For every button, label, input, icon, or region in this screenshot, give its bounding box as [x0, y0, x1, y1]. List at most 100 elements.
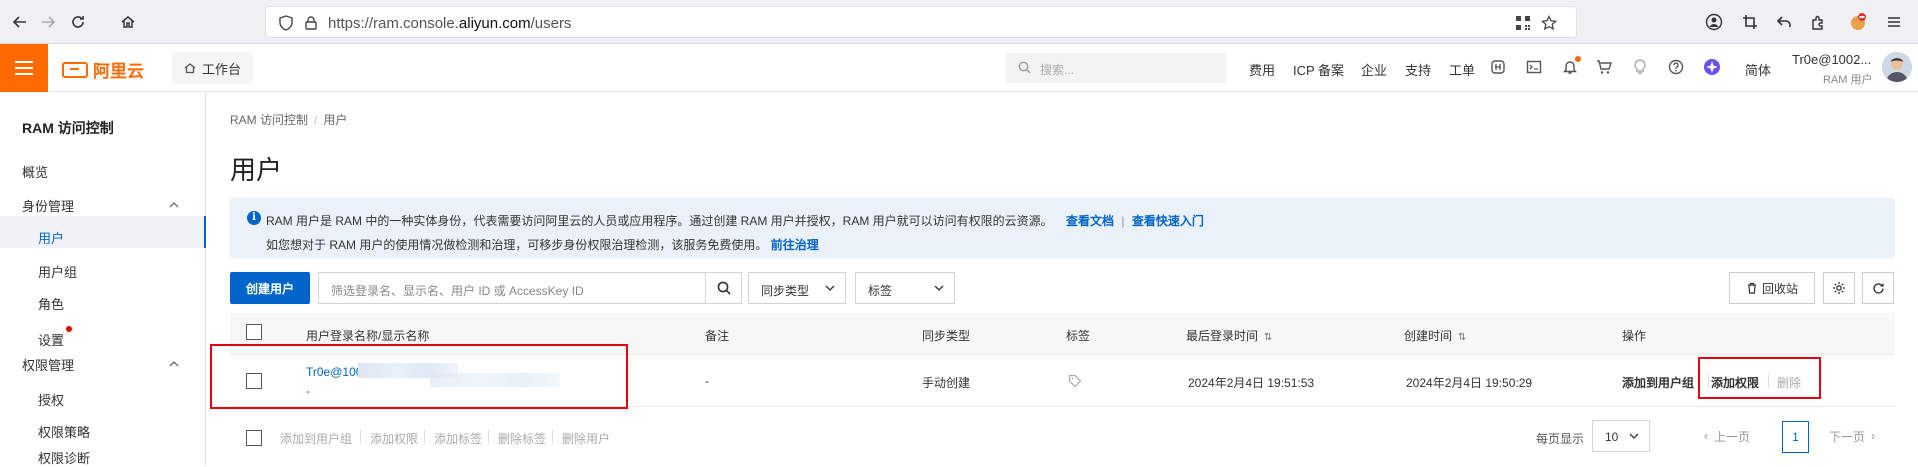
page-size-label: 每页显示 [1536, 432, 1585, 446]
sync-type-select[interactable]: 同步类型 [748, 272, 846, 304]
cloud-shell-icon[interactable] [1489, 58, 1507, 76]
create-user-button[interactable]: 创建用户 [230, 272, 310, 304]
notification-bell-icon[interactable] [1561, 56, 1581, 76]
aliyun-logo[interactable]: 阿里云 [62, 57, 144, 82]
highlight-box-user [210, 344, 628, 409]
sidebar-item-diagnosis[interactable]: 权限诊断 [38, 448, 90, 467]
bulk-separator [360, 430, 361, 443]
account-role: RAM 用户 [1823, 74, 1873, 86]
sidebar-item-user-groups[interactable]: 用户组 [38, 262, 77, 281]
help-icon[interactable] [1667, 58, 1685, 76]
column-header-sync: 同步类型 [922, 329, 971, 343]
tag-icon[interactable] [1068, 374, 1082, 388]
page-number-current[interactable]: 1 [1782, 421, 1809, 453]
language-switcher[interactable]: 简体 [1745, 60, 1771, 79]
undo-icon[interactable] [1774, 12, 1794, 32]
qr-code-icon[interactable] [1515, 15, 1531, 31]
extension-badge-icon[interactable] [1848, 12, 1868, 32]
chevron-up-icon[interactable] [168, 358, 180, 370]
table-settings-button[interactable] [1823, 272, 1855, 304]
chevron-down-icon [1629, 433, 1639, 439]
sort-icon: ⇅ [1458, 332, 1467, 343]
quick-start-link[interactable]: 查看快速入门 [1132, 214, 1204, 228]
refresh-button[interactable] [1862, 272, 1894, 304]
bulk-add-to-group[interactable]: 添加到用户组 [280, 430, 352, 447]
nav-link-support[interactable]: 支持 [1405, 60, 1431, 79]
info-text-line2: 如您想对于 RAM 用户的使用情况做检测和治理，可移步身份权限治理检测，该服务免… [266, 238, 768, 252]
settings-badge-dot [66, 326, 72, 332]
bulk-delete-users[interactable]: 删除用户 [562, 430, 610, 447]
home-icon [184, 63, 196, 74]
bulk-add-tag[interactable]: 添加标签 [434, 430, 482, 447]
trash-icon [1747, 282, 1756, 294]
user-last-login: 2024年2月4日 19:51:53 [1188, 376, 1315, 390]
sidebar-item-overview[interactable]: 概览 [22, 162, 48, 181]
tag-select[interactable]: 标签 [855, 272, 955, 304]
shield-icon[interactable] [278, 15, 294, 31]
bookmark-star-icon[interactable] [1540, 14, 1558, 31]
lightbulb-icon[interactable] [1631, 58, 1649, 76]
view-docs-link[interactable]: 查看文档 [1066, 214, 1114, 228]
next-page-button[interactable]: 下一页 › [1829, 420, 1875, 452]
sidebar: RAM 访问控制 概览 身份管理 用户 用户组 角色 设置 权限管理 授权 权限… [0, 92, 206, 466]
account-name[interactable]: Tr0e@1002... [1792, 52, 1871, 67]
nav-link-billing[interactable]: 费用 [1249, 60, 1275, 79]
sidebar-group-identity[interactable]: 身份管理 [22, 196, 74, 215]
sidebar-item-policies[interactable]: 权限策略 [38, 422, 90, 441]
page-size-select[interactable]: 10 [1592, 420, 1650, 452]
reload-icon[interactable] [66, 10, 90, 34]
info-icon: i [247, 211, 261, 225]
address-bar[interactable]: https://ram.console.aliyun.com/users [265, 6, 1577, 38]
nav-link-ticket[interactable]: 工单 [1449, 60, 1475, 79]
bulk-separator [424, 430, 425, 443]
cart-icon[interactable] [1595, 58, 1613, 76]
nav-link-icp[interactable]: ICP 备案 [1293, 60, 1344, 79]
workbench-button[interactable]: 工作台 [172, 52, 254, 84]
column-header-name: 用户登录名称/显示名称 [306, 329, 430, 343]
sidebar-item-roles[interactable]: 角色 [38, 294, 64, 313]
sort-icon: ⇅ [1264, 332, 1273, 343]
sidebar-item-settings[interactable]: 设置 [38, 330, 64, 349]
ai-assistant-icon[interactable] [1703, 58, 1721, 76]
column-header-created[interactable]: 创建时间 ⇅ [1404, 327, 1466, 344]
breadcrumb: RAM 访问控制 / 用户 [230, 113, 348, 127]
info-text-line1: RAM 用户是 RAM 中的一种实体身份，代表需要访问阿里云的人员或应用程序。通… [266, 214, 1053, 228]
extensions-icon[interactable] [1808, 12, 1828, 32]
search-icon [1018, 61, 1031, 74]
bulk-remove-tag[interactable]: 删除标签 [498, 430, 546, 447]
notification-dot [1575, 56, 1581, 62]
terminal-icon[interactable] [1525, 58, 1543, 76]
go-govern-link[interactable]: 前往治理 [771, 238, 819, 252]
chevron-right-icon: › [1871, 429, 1876, 443]
select-all-checkbox[interactable] [246, 324, 262, 340]
console-search-input[interactable]: 搜索... [1006, 53, 1226, 83]
lock-icon[interactable] [303, 15, 319, 31]
nav-link-enterprise[interactable]: 企业 [1361, 60, 1387, 79]
bulk-add-permission[interactable]: 添加权限 [370, 430, 418, 447]
forward-icon[interactable] [36, 10, 60, 34]
filter-search-button[interactable] [706, 272, 742, 304]
url-text: https://ram.console.aliyun.com/users [328, 15, 572, 32]
sidebar-item-users[interactable]: 用户 [38, 228, 64, 247]
menu-hamburger-icon[interactable] [0, 44, 48, 92]
breadcrumb-root[interactable]: RAM 访问控制 [230, 113, 308, 127]
footer-select-all-checkbox[interactable] [246, 430, 262, 446]
chevron-down-icon [825, 285, 835, 291]
user-filter-input[interactable]: 筛选登录名、显示名、用户 ID 或 AccessKey ID [318, 272, 706, 304]
add-to-group-link[interactable]: 添加到用户组 [1622, 374, 1694, 391]
page-title: 用户 [230, 155, 283, 185]
chevron-up-icon[interactable] [168, 199, 180, 211]
sidebar-item-grant[interactable]: 授权 [38, 390, 64, 409]
sidebar-group-permissions[interactable]: 权限管理 [22, 355, 74, 374]
sidebar-active-highlight [0, 216, 206, 248]
column-header-last-login[interactable]: 最后登录时间 ⇅ [1186, 327, 1272, 344]
home-icon[interactable] [116, 10, 140, 34]
account-icon[interactable] [1704, 12, 1724, 32]
column-header-note: 备注 [705, 329, 730, 343]
avatar[interactable] [1882, 52, 1912, 82]
prev-page-button[interactable]: ‹ 上一页 [1704, 420, 1750, 452]
browser-menu-icon[interactable] [1884, 12, 1904, 32]
recycle-bin-button[interactable]: 回收站 [1729, 272, 1815, 304]
back-icon[interactable] [8, 10, 32, 34]
crop-icon[interactable] [1740, 12, 1760, 32]
